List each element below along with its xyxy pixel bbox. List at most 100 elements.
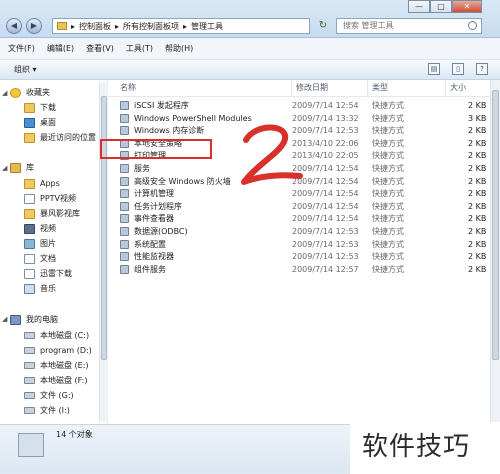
desktop-icon xyxy=(24,117,35,128)
navigation-pane: ◢ 收藏夹 下载 桌面 最近访问的位置 ◢ 库 Apps PPTV视频 暴风影视… xyxy=(0,80,108,424)
refresh-icon[interactable]: ↻ xyxy=(316,18,330,34)
header-divider xyxy=(108,96,490,97)
search-box[interactable] xyxy=(336,18,482,34)
breadcrumb-control-panel[interactable]: 控制面板 xyxy=(79,21,111,32)
title-bar: — □ ✕ ◀ ▶ ▸ 控制面板 ▸ 所有控制面板项 ▸ 管理工具 ↻ xyxy=(0,0,500,38)
column-header-date[interactable]: 修改日期 xyxy=(292,80,368,96)
file-row[interactable]: iSCSI 发起程序 2009/7/14 12:54 快捷方式 2 KB xyxy=(108,100,490,112)
nav-drive-f[interactable]: 本地磁盘 (F:) xyxy=(24,374,87,387)
file-name: Windows 内存诊断 xyxy=(134,126,205,136)
expand-libraries-icon[interactable]: ◢ xyxy=(2,164,7,172)
file-name: 性能监视器 xyxy=(134,252,174,262)
maximize-button[interactable]: □ xyxy=(430,0,452,13)
menu-help[interactable]: 帮助(H) xyxy=(163,42,195,55)
nav-lib-xunlei[interactable]: 迅雷下载 xyxy=(24,267,72,280)
recent-places-icon xyxy=(24,132,35,143)
download-folder-icon xyxy=(24,102,35,113)
organize-button[interactable]: 组织 ▾ xyxy=(14,64,37,75)
shortcut-icon xyxy=(120,176,129,186)
nav-drive-d[interactable]: program (D:) xyxy=(24,344,92,357)
nav-drive-i[interactable]: 文件 (I:) xyxy=(24,404,70,417)
file-size: 2 KB xyxy=(468,227,487,236)
shortcut-icon xyxy=(120,164,129,173)
drive-icon xyxy=(24,347,35,354)
nav-lib-baofeng[interactable]: 暴风影视库 xyxy=(24,207,80,220)
nav-lib-videos[interactable]: 视频 xyxy=(24,222,56,235)
nav-desktop[interactable]: 桌面 xyxy=(24,116,56,129)
forward-button[interactable]: ▶ xyxy=(26,18,42,34)
file-date: 2009/7/14 12:54 xyxy=(292,201,359,211)
expand-favorites-icon[interactable]: ◢ xyxy=(2,89,7,97)
drive-icon xyxy=(24,392,35,399)
nav-scrollbar[interactable] xyxy=(99,82,108,422)
library-folder-icon xyxy=(24,268,35,279)
search-icon[interactable] xyxy=(468,21,477,30)
nav-libraries[interactable]: 库 xyxy=(10,161,34,174)
help-icon[interactable]: ? xyxy=(476,63,488,75)
nav-drive-g[interactable]: 文件 (G:) xyxy=(24,389,74,402)
star-icon xyxy=(10,87,21,98)
nav-downloads[interactable]: 下载 xyxy=(24,101,56,114)
column-header-size[interactable]: 大小 xyxy=(446,80,490,96)
nav-drive-c[interactable]: 本地磁盘 (C:) xyxy=(24,329,89,342)
back-button[interactable]: ◀ xyxy=(6,18,22,34)
nav-lib-music[interactable]: 音乐 xyxy=(24,282,56,295)
nav-computer[interactable]: 我的电脑 xyxy=(10,313,58,326)
file-row[interactable]: 事件查看器 2009/7/14 12:54 快捷方式 2 KB xyxy=(108,213,490,225)
nav-lib-pptv[interactable]: PPTV视频 xyxy=(24,192,76,205)
minimize-button[interactable]: — xyxy=(408,0,430,13)
file-row[interactable]: 性能监视器 2009/7/14 12:53 快捷方式 2 KB xyxy=(108,251,490,263)
file-size: 2 KB xyxy=(468,264,487,274)
menu-tools[interactable]: 工具(T) xyxy=(124,42,155,55)
main-scrollbar[interactable] xyxy=(490,80,500,424)
expand-computer-icon[interactable]: ◢ xyxy=(2,315,7,323)
menu-view[interactable]: 查看(V) xyxy=(84,42,116,55)
shortcut-icon xyxy=(120,189,129,199)
nav-scroll-thumb[interactable] xyxy=(101,96,107,360)
drive-icon xyxy=(24,377,35,384)
drive-icon xyxy=(24,362,35,369)
breadcrumb-all-items[interactable]: 所有控制面板项 xyxy=(123,21,179,32)
address-separator: ▸ xyxy=(115,21,120,31)
file-name: 服务 xyxy=(134,164,150,173)
preview-pane-icon[interactable]: ▯ xyxy=(452,63,464,75)
shortcut-icon xyxy=(120,252,129,262)
view-options-icon[interactable]: ▤ xyxy=(428,63,440,75)
highlight-box xyxy=(100,139,212,159)
file-row[interactable]: 系统配置 2009/7/14 12:53 快捷方式 2 KB xyxy=(108,239,490,251)
file-size: 2 KB xyxy=(468,214,487,224)
nav-lib-apps[interactable]: Apps xyxy=(24,177,60,190)
computer-icon xyxy=(10,314,21,325)
shortcut-icon xyxy=(120,227,129,236)
menu-edit[interactable]: 编辑(E) xyxy=(45,42,76,55)
file-row[interactable]: 任务计划程序 2009/7/14 12:54 快捷方式 2 KB xyxy=(108,201,490,213)
file-size: 2 KB xyxy=(468,126,487,136)
nav-lib-pictures[interactable]: 图片 xyxy=(24,237,56,250)
file-type: 快捷方式 xyxy=(372,101,404,110)
search-input[interactable] xyxy=(343,21,463,30)
library-folder-icon xyxy=(24,193,35,204)
menu-bar: 文件(F) 编辑(E) 查看(V) 工具(T) 帮助(H) xyxy=(0,38,500,60)
address-separator: ▸ xyxy=(71,21,76,31)
file-row[interactable]: 组件服务 2009/7/14 12:57 快捷方式 2 KB xyxy=(108,264,490,276)
picture-icon xyxy=(24,238,35,249)
drive-icon xyxy=(24,407,35,414)
address-separator: ▸ xyxy=(183,21,188,31)
address-bar[interactable]: ▸ 控制面板 ▸ 所有控制面板项 ▸ 管理工具 xyxy=(52,18,310,34)
nav-favorites[interactable]: 收藏夹 xyxy=(10,86,50,99)
menu-file[interactable]: 文件(F) xyxy=(6,42,37,55)
main-scroll-thumb[interactable] xyxy=(492,90,499,360)
file-row[interactable]: 数据源(ODBC) 2009/7/14 12:53 快捷方式 2 KB xyxy=(108,226,490,238)
file-date: 2009/7/14 12:57 xyxy=(292,264,359,274)
item-count: 14 个对象 xyxy=(56,430,93,439)
nav-drive-e[interactable]: 本地磁盘 (E:) xyxy=(24,359,89,372)
column-header-name[interactable]: 名称 xyxy=(116,80,292,96)
column-header-type[interactable]: 类型 xyxy=(368,80,446,96)
nav-recent-places[interactable]: 最近访问的位置 xyxy=(24,131,96,144)
file-type: 快捷方式 xyxy=(372,264,404,274)
close-button[interactable]: ✕ xyxy=(452,0,482,13)
watermark: 软件技巧 xyxy=(350,422,500,474)
breadcrumb-admin-tools[interactable]: 管理工具 xyxy=(191,21,223,32)
file-name: 数据源(ODBC) xyxy=(134,227,188,236)
nav-lib-documents[interactable]: 文档 xyxy=(24,252,56,265)
